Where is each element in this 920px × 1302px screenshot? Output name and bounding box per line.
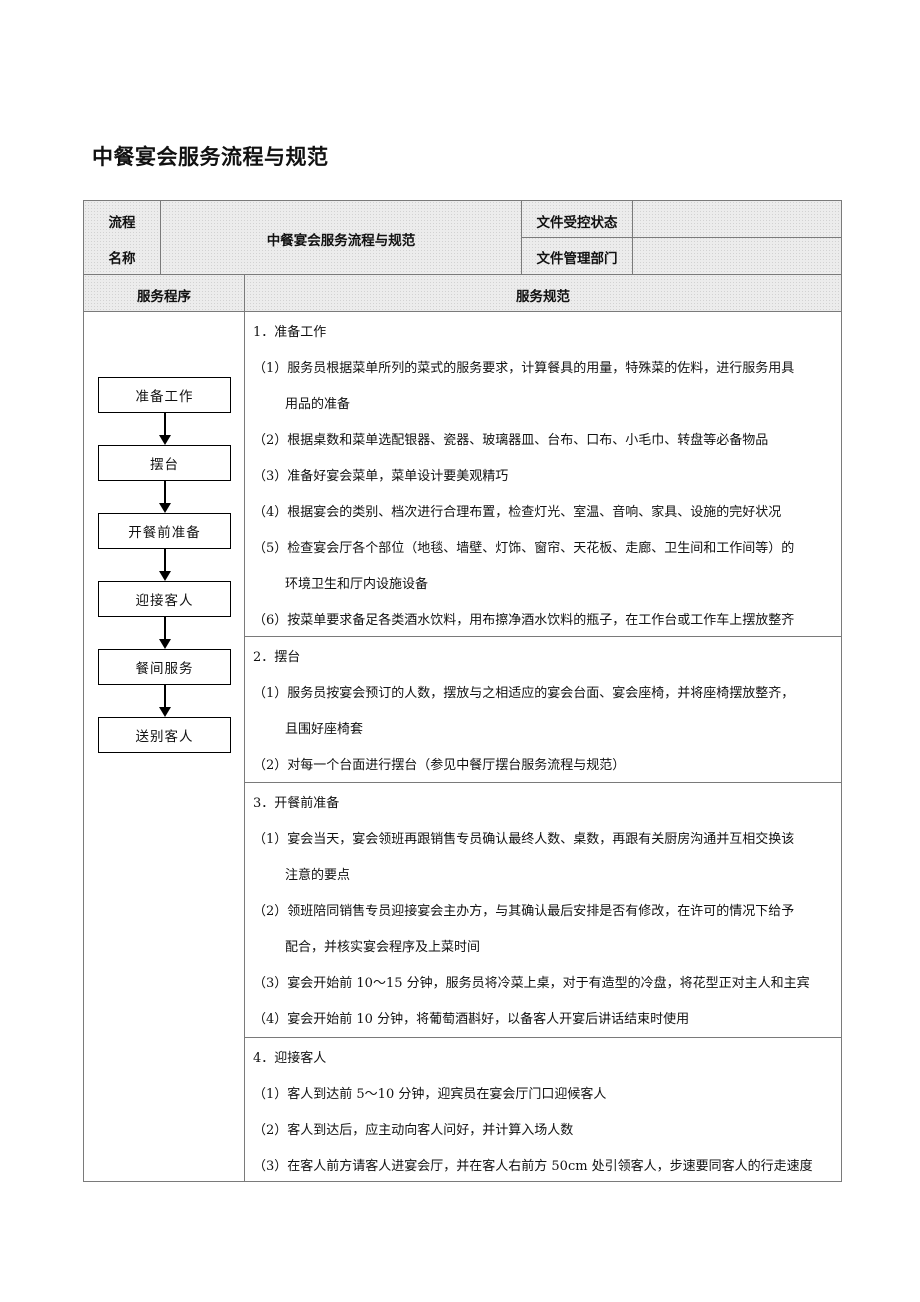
service-process-table: 流程 名称 中餐宴会服务流程与规范 文件受控状态 文件管理部门 服务程序 服务规… [83, 200, 842, 1182]
section-table-setting: 2．摆台 （1）服务员按宴会预订的人数，摆放与之相适应的宴会台面、宴会座椅，并将… [245, 637, 842, 782]
arrow-down-icon [159, 481, 171, 513]
section-heading: 1．准备工作 [253, 325, 327, 340]
section-heading: 3．开餐前准备 [253, 796, 340, 811]
spec-line: （3）准备好宴会菜单，菜单设计要美观精巧 [253, 469, 509, 484]
spec-line: （5）检查宴会厅各个部位（地毯、墙壁、灯饰、窗帘、天花板、走廊、卫生间和工作间等… [253, 541, 795, 556]
column-header-standard: 服务规范 [516, 289, 570, 305]
spec-line: （1）客人到达前 5～10 分钟，迎宾员在宴会厅门口迎候客人 [253, 1087, 607, 1102]
spec-line: （6）按菜单要求备足各类酒水饮料，用布擦净酒水饮料的瓶子，在工作台或工作车上摆放… [253, 613, 795, 628]
flow-step-farewell: 送别客人 [98, 717, 231, 753]
flow-step-dining-service: 餐间服务 [98, 649, 231, 685]
spec-line: （4）根据宴会的类别、档次进行合理布置，检查灯光、室温、音响、家具、设施的完好状… [253, 505, 782, 520]
spec-line: 环境卫生和厅内设施设备 [285, 577, 429, 592]
spec-line: （1）服务员按宴会预订的人数，摆放与之相适应的宴会台面、宴会座椅，并将座椅摆放整… [253, 686, 795, 701]
flow-step-table-setting: 摆台 [98, 445, 231, 481]
control-status-label: 文件受控状态 [536, 215, 618, 231]
arrow-down-icon [159, 413, 171, 445]
divider [160, 201, 161, 274]
flow-name-label-line2: 名称 [108, 251, 136, 267]
spec-line: 且围好座椅套 [285, 722, 364, 737]
spec-line: 注意的要点 [285, 868, 351, 883]
spec-line: 用品的准备 [285, 397, 351, 412]
section-greet-guests: 4．迎接客人 （1）客人到达前 5～10 分钟，迎宾员在宴会厅门口迎候客人 （2… [245, 1038, 842, 1181]
spec-line: （1）宴会当天，宴会领班再跟销售专员确认最终人数、桌数，再跟有关厨房沟通并互相交… [253, 832, 795, 847]
flow-name-label-line1: 流程 [108, 215, 136, 231]
divider [521, 237, 841, 238]
section-heading: 2．摆台 [253, 650, 301, 665]
arrow-down-icon [159, 617, 171, 649]
flow-step-greet-guests: 迎接客人 [98, 581, 231, 617]
spec-line: （3）在客人前方请客人进宴会厅，并在客人右前方 50cm 处引领客人，步速要同客… [253, 1159, 813, 1174]
flow-step-prepare: 准备工作 [98, 377, 231, 413]
spec-line: （4）宴会开始前 10 分钟，将葡萄酒斟好，以备客人开宴后讲话结束时使用 [253, 1012, 690, 1027]
section-pre-meal: 3．开餐前准备 （1）宴会当天，宴会领班再跟销售专员确认最终人数、桌数，再跟有关… [245, 783, 842, 1037]
spec-line: （2）根据桌数和菜单选配银器、瓷器、玻璃器皿、台布、口布、小毛巾、转盘等必备物品 [253, 433, 769, 448]
flow-step-pre-meal: 开餐前准备 [98, 513, 231, 549]
flow-name-value: 中餐宴会服务流程与规范 [266, 233, 416, 249]
managing-dept-label: 文件管理部门 [536, 251, 618, 267]
spec-line: （3）宴会开始前 10～15 分钟，服务员将冷菜上桌，对于有造型的冷盘，将花型正… [253, 976, 810, 991]
spec-line: （2）客人到达后，应主动向客人问好，并计算入场人数 [253, 1123, 574, 1138]
spec-line: （2）领班陪同销售专员迎接宴会主办方，与其确认最后安排是否有修改，在许可的情况下… [253, 904, 795, 919]
arrow-down-icon [159, 549, 171, 581]
section-heading: 4．迎接客人 [253, 1051, 327, 1066]
spec-line: （2）对每一个台面进行摆台（参见中餐厅摆台服务流程与规范） [253, 758, 626, 773]
spec-line: （1）服务员根据菜单所列的菜式的服务要求，计算餐具的用量，特殊菜的佐料，进行服务… [253, 361, 795, 376]
column-header-procedure: 服务程序 [137, 289, 191, 305]
spec-line: 配合，并核实宴会程序及上菜时间 [285, 940, 481, 955]
section-preparation: 1．准备工作 （1）服务员根据菜单所列的菜式的服务要求，计算餐具的用量，特殊菜的… [245, 312, 842, 636]
arrow-down-icon [159, 685, 171, 717]
document-title: 中餐宴会服务流程与规范 [92, 145, 329, 169]
column-header-row [84, 275, 841, 311]
